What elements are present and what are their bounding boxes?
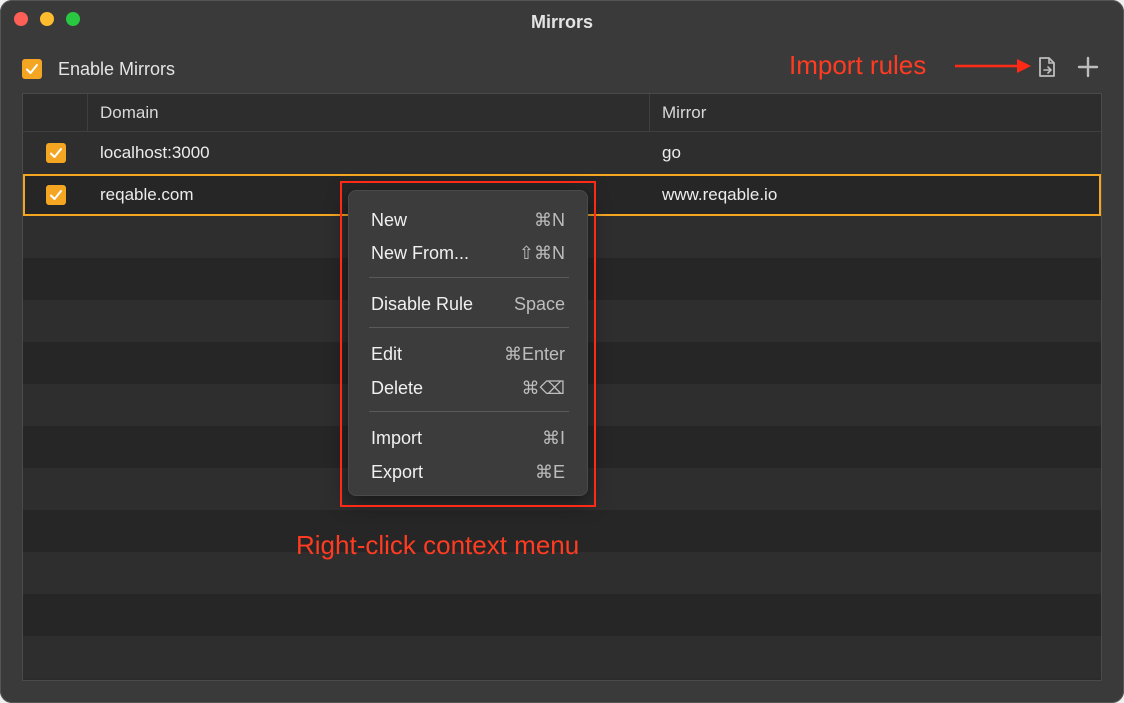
mirrors-window: Mirrors Enable Mirrors Import rules Doma… (0, 0, 1124, 703)
checkmark-icon (50, 148, 62, 158)
mirror-cell: go (662, 143, 681, 162)
checkmark-icon (26, 64, 38, 74)
domain-cell: reqable.com (100, 185, 194, 204)
context-menu-annotation: Right-click context menu (296, 530, 580, 560)
enable-mirrors-label: Enable Mirrors (58, 58, 176, 79)
import-rules-annotation: Import rules (789, 50, 927, 80)
empty-row (23, 636, 1101, 678)
annotation-arrow-icon (955, 59, 1031, 73)
table-header: Domain Mirror (23, 94, 1101, 132)
row-enabled-checkbox[interactable] (46, 185, 66, 205)
table-row[interactable]: localhost:3000 go (23, 132, 1101, 174)
enable-mirrors-checkbox[interactable] (22, 59, 42, 79)
enable-mirrors-toggle[interactable]: Enable Mirrors (22, 56, 175, 82)
column-header-mirror[interactable]: Mirror (662, 94, 706, 131)
title-bar: Mirrors (0, 0, 1124, 44)
file-import-icon[interactable] (1036, 56, 1058, 78)
checkmark-icon (50, 190, 62, 200)
column-header-domain[interactable]: Domain (100, 94, 159, 131)
window-title: Mirrors (530, 12, 593, 32)
context-menu-annotation-box (340, 181, 596, 507)
row-enabled-checkbox[interactable] (46, 143, 66, 163)
empty-row (23, 594, 1101, 636)
mirror-cell: www.reqable.io (662, 185, 778, 204)
plus-icon[interactable] (1076, 55, 1100, 79)
domain-cell: localhost:3000 (100, 143, 210, 162)
